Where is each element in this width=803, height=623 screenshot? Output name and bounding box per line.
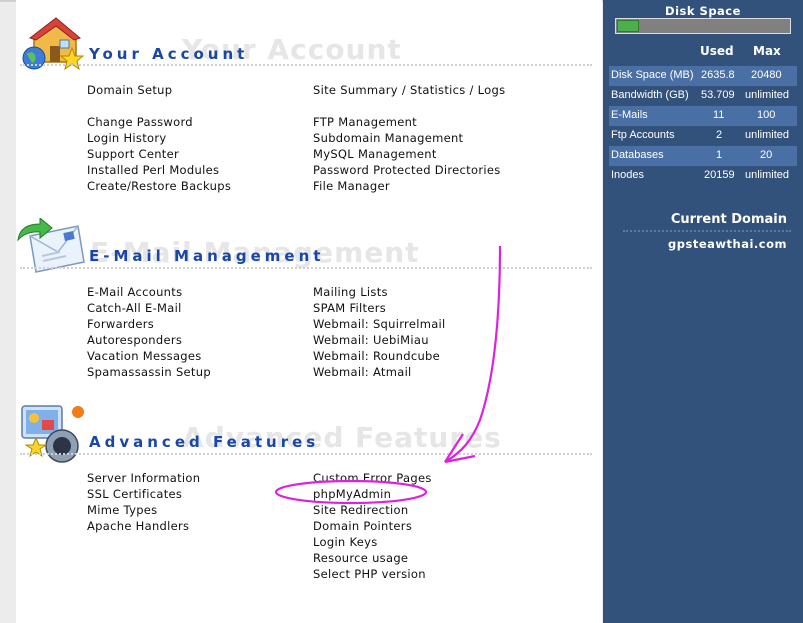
link-spam-filters[interactable]: SPAM Filters — [313, 301, 386, 315]
stats-used: 11 — [713, 109, 725, 121]
link-vacation-messages[interactable]: Vacation Messages — [87, 349, 202, 363]
stats-label: Ftp Accounts — [611, 129, 675, 141]
link-login-keys[interactable]: Login Keys — [313, 535, 378, 549]
link-email-accounts[interactable]: E-Mail Accounts — [87, 285, 182, 299]
link-ssl-certificates[interactable]: SSL Certificates — [87, 487, 182, 501]
current-domain-value[interactable]: gpsteawthai.com — [668, 237, 787, 251]
stats-row-inodes: Inodes 20159 unlimited — [609, 166, 797, 186]
disk-space-title: Disk Space — [665, 4, 741, 18]
stats-label: Databases — [611, 149, 664, 161]
link-apache-handlers[interactable]: Apache Handlers — [87, 519, 189, 533]
stats-row-bandwidth: Bandwidth (GB) 53.709 unlimited — [609, 86, 797, 106]
current-domain-label: Current Domain — [670, 212, 787, 227]
col-max-header: Max — [753, 44, 781, 58]
stats-label: E-Mails — [611, 109, 648, 121]
link-password-protected-directories[interactable]: Password Protected Directories — [313, 163, 501, 177]
advanced-features-icon — [18, 402, 88, 468]
link-server-information[interactable]: Server Information — [87, 471, 200, 485]
link-mysql-management[interactable]: MySQL Management — [313, 147, 437, 161]
stats-row-disk: Disk Space (MB) 2635.8 20480 — [609, 66, 797, 86]
link-webmail-roundcube[interactable]: Webmail: Roundcube — [313, 349, 440, 363]
link-ftp-management[interactable]: FTP Management — [313, 115, 417, 129]
stats-max: 100 — [757, 109, 776, 121]
main-panel: Your Account Your Account Domain Setup C… — [16, 0, 602, 623]
account-divider — [20, 64, 592, 66]
link-installed-perl-modules[interactable]: Installed Perl Modules — [87, 163, 219, 177]
sidebar: Disk Space Used Max Disk Space (MB) 2635… — [603, 0, 803, 623]
email-section-title: E-Mail Management — [89, 247, 325, 265]
sidebar-divider — [623, 230, 791, 232]
stats-used: 2 — [716, 129, 723, 141]
stats-used: 20159 — [704, 169, 735, 181]
link-login-history[interactable]: Login History — [87, 131, 167, 145]
stats-max: unlimited — [745, 129, 790, 141]
link-custom-error-pages[interactable]: Custom Error Pages — [313, 471, 432, 485]
link-resource-usage[interactable]: Resource usage — [313, 551, 408, 565]
stats-max: unlimited — [745, 169, 790, 181]
stats-label: Bandwidth (GB) — [611, 89, 689, 101]
disk-usage-fill — [617, 20, 639, 32]
link-site-redirection[interactable]: Site Redirection — [313, 503, 408, 517]
link-support-center[interactable]: Support Center — [87, 147, 179, 161]
link-spamassassin-setup[interactable]: Spamassassin Setup — [87, 365, 211, 379]
stats-row-ftp: Ftp Accounts 2 unlimited — [609, 126, 797, 146]
col-used-header: Used — [700, 44, 734, 58]
stats-row-emails: E-Mails 11 100 — [609, 106, 797, 126]
advanced-divider — [20, 453, 592, 455]
stats-used: 53.709 — [701, 89, 735, 101]
link-mailing-lists[interactable]: Mailing Lists — [313, 285, 388, 299]
stats-label: Inodes — [611, 169, 645, 181]
link-phpmyadmin[interactable]: phpMyAdmin — [313, 487, 391, 501]
stats-max: 20 — [760, 149, 773, 161]
link-autoresponders[interactable]: Autoresponders — [87, 333, 182, 347]
link-subdomain-management[interactable]: Subdomain Management — [313, 131, 463, 145]
link-webmail-squirrelmail[interactable]: Webmail: Squirrelmail — [313, 317, 446, 331]
link-webmail-uebimiau[interactable]: Webmail: UebiMiau — [313, 333, 429, 347]
stats-used: 2635.8 — [701, 69, 735, 81]
account-house-icon — [20, 14, 90, 80]
link-create-restore-backups[interactable]: Create/Restore Backups — [87, 179, 231, 193]
link-catch-all-email[interactable]: Catch-All E-Mail — [87, 301, 182, 315]
link-change-password[interactable]: Change Password — [87, 115, 193, 129]
disk-usage-bar — [615, 18, 791, 34]
link-forwarders[interactable]: Forwarders — [87, 317, 154, 331]
link-select-php-version[interactable]: Select PHP version — [313, 567, 426, 581]
account-section-title: Your Account — [89, 45, 249, 63]
stats-max: 20480 — [751, 69, 782, 81]
link-site-summary[interactable]: Site Summary / Statistics / Logs — [313, 83, 505, 97]
link-domain-setup[interactable]: Domain Setup — [87, 83, 172, 97]
link-domain-pointers[interactable]: Domain Pointers — [313, 519, 412, 533]
stats-row-databases: Databases 1 20 — [609, 146, 797, 166]
advanced-section-title: Advanced Features — [89, 433, 320, 451]
email-divider — [20, 267, 592, 269]
link-mime-types[interactable]: Mime Types — [87, 503, 157, 517]
stats-max: unlimited — [745, 89, 790, 101]
email-envelope-icon — [16, 216, 88, 278]
stats-label: Disk Space (MB) — [611, 69, 694, 81]
stats-used: 1 — [716, 149, 723, 161]
link-webmail-atmail[interactable]: Webmail: Atmail — [313, 365, 412, 379]
link-file-manager[interactable]: File Manager — [313, 179, 390, 193]
